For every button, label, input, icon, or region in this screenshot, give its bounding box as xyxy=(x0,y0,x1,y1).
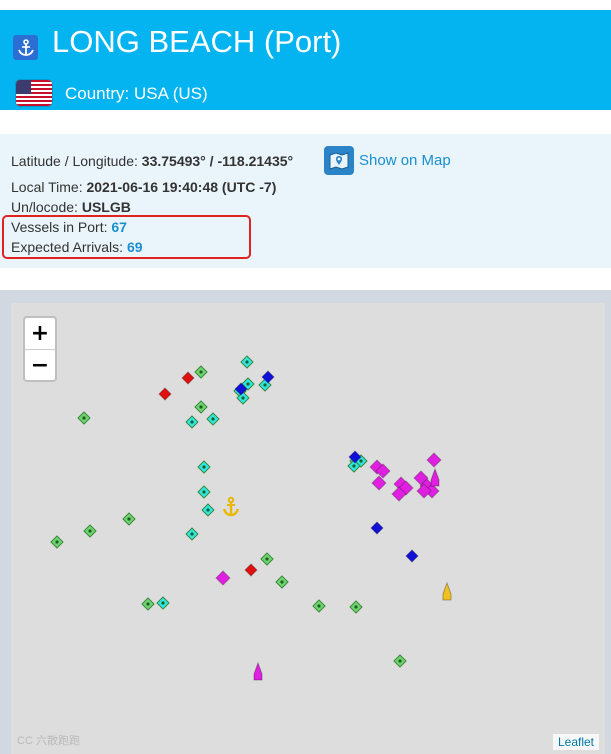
local-time-value: 2021-06-16 19:40:48 (UTC -7) xyxy=(86,179,277,195)
zoom-control: + − xyxy=(23,316,57,382)
vessel-marker[interactable] xyxy=(312,599,326,613)
vessel-marker[interactable] xyxy=(244,563,258,577)
port-header: LONG BEACH (Port) Country: USA (US) xyxy=(0,10,611,110)
vessel-marker[interactable] xyxy=(426,452,442,468)
show-on-map-link[interactable]: Show on Map xyxy=(359,152,451,169)
vessel-marker[interactable] xyxy=(349,600,363,614)
vessel-marker[interactable] xyxy=(158,387,172,401)
vessel-marker[interactable] xyxy=(405,549,419,563)
vessel-marker[interactable] xyxy=(194,365,208,379)
latlon-row: Latitude / Longitude: 33.75493° / -118.2… xyxy=(11,153,293,169)
anchor-icon xyxy=(13,35,38,60)
watermark: CC 六散跑跑 xyxy=(17,735,80,747)
unlocode-label: Un/locode: xyxy=(11,199,78,215)
vessel-marker[interactable] xyxy=(206,412,220,426)
vessel-marker[interactable] xyxy=(181,371,195,385)
vessel-marker[interactable] xyxy=(122,512,136,526)
vessel-marker[interactable] xyxy=(185,415,199,429)
local-time-label: Local Time: xyxy=(11,179,83,195)
vessel-marker[interactable] xyxy=(240,355,254,369)
vessel-map[interactable]: Leaflet CC 六散跑跑 xyxy=(11,303,605,754)
highlight-box xyxy=(2,215,251,259)
vessel-marker[interactable] xyxy=(371,475,387,491)
vessel-marker[interactable] xyxy=(275,575,289,589)
vessel-underway-marker[interactable] xyxy=(430,467,440,487)
latlon-value: 33.75493° / -118.21435° xyxy=(141,153,294,169)
us-flag-icon xyxy=(16,80,52,106)
vessel-marker[interactable] xyxy=(393,654,407,668)
port-anchor-icon[interactable] xyxy=(222,496,240,517)
vessel-marker[interactable] xyxy=(215,570,231,586)
page-title: LONG BEACH (Port) xyxy=(52,24,342,59)
vessel-marker[interactable] xyxy=(156,596,170,610)
leaflet-attribution[interactable]: Leaflet xyxy=(552,734,599,750)
vessel-marker[interactable] xyxy=(77,411,91,425)
vessel-underway-marker[interactable] xyxy=(442,581,452,601)
vessel-marker[interactable] xyxy=(83,524,97,538)
local-time-row: Local Time: 2021-06-16 19:40:48 (UTC -7) xyxy=(11,179,276,195)
unlocode-row: Un/locode: USLGB xyxy=(11,199,131,215)
vessel-marker[interactable] xyxy=(50,535,64,549)
vessel-underway-marker[interactable] xyxy=(253,661,263,681)
vessel-markers xyxy=(50,355,452,681)
vessel-marker[interactable] xyxy=(141,597,155,611)
vessel-marker[interactable] xyxy=(370,521,384,535)
zoom-in-button[interactable]: + xyxy=(25,318,55,350)
vessel-marker[interactable] xyxy=(260,552,274,566)
vessel-marker[interactable] xyxy=(201,503,215,517)
map-icon[interactable] xyxy=(324,146,354,175)
vessel-marker[interactable] xyxy=(194,400,208,414)
vessel-marker[interactable] xyxy=(185,527,199,541)
unlocode-value: USLGB xyxy=(81,199,131,215)
zoom-out-button[interactable]: − xyxy=(25,350,55,381)
country-label: Country: USA (US) xyxy=(65,84,208,103)
vessel-marker[interactable] xyxy=(197,485,211,499)
latlon-label: Latitude / Longitude: xyxy=(11,153,138,169)
vessel-marker[interactable] xyxy=(197,460,211,474)
